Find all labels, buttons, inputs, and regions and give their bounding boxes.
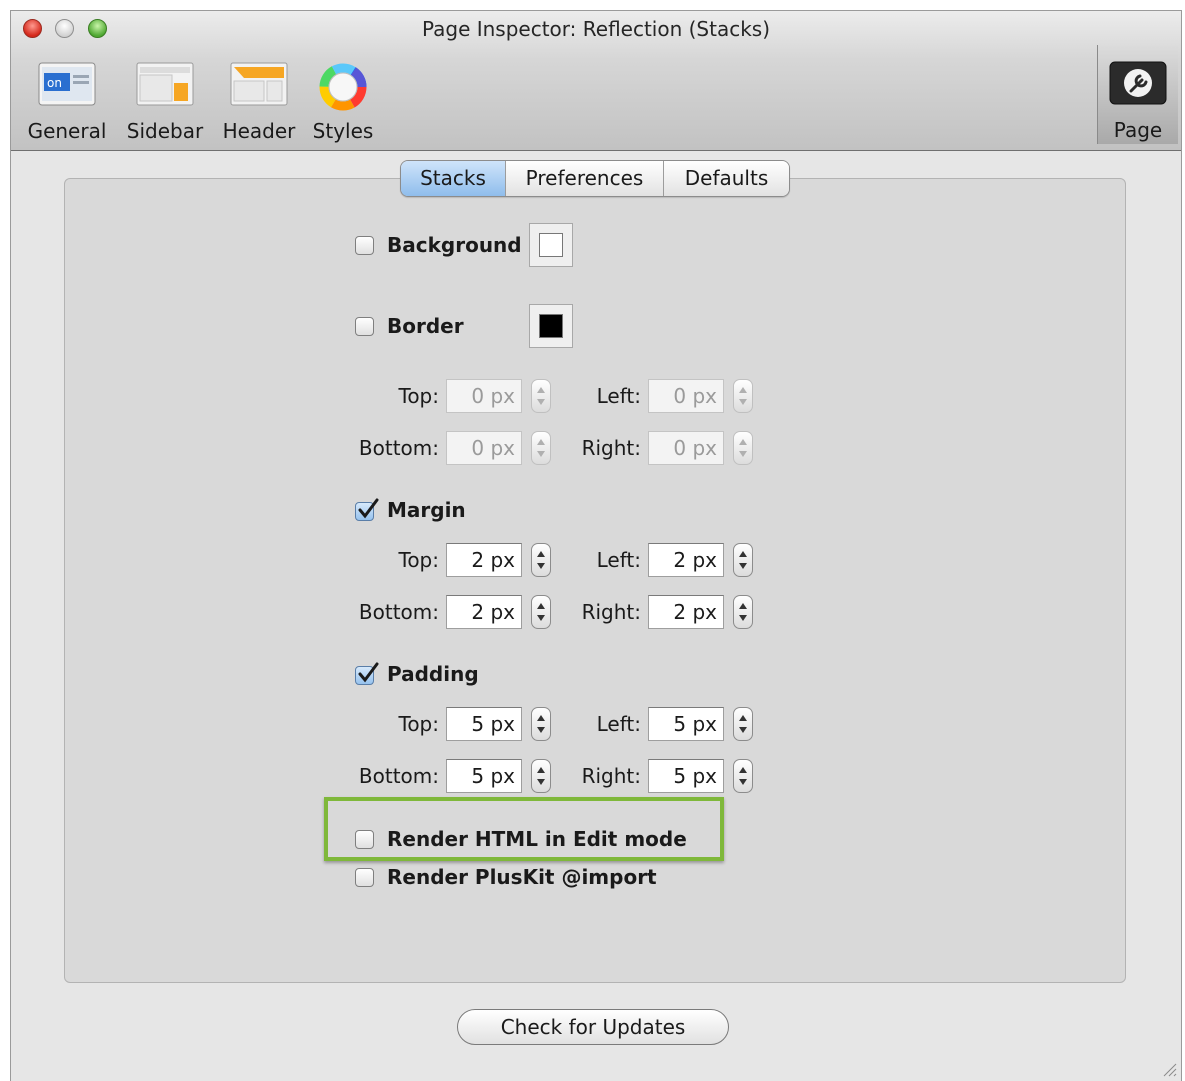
border-left-label: Left: — [596, 384, 641, 408]
tab-preferences[interactable]: Preferences — [505, 161, 663, 196]
border-bottom-stepper[interactable] — [531, 431, 551, 465]
styles-color-wheel-icon — [314, 61, 372, 111]
tab-defaults[interactable]: Defaults — [663, 161, 789, 196]
toolbar-item-header[interactable]: Header — [217, 61, 301, 143]
sidebar-icon — [136, 61, 194, 107]
margin-right-label: Right: — [581, 600, 641, 624]
background-checkbox[interactable] — [355, 236, 374, 255]
border-top-field[interactable]: 0 px — [446, 379, 522, 413]
margin-bottom-label: Bottom: — [358, 600, 439, 624]
toolbar-item-styles[interactable]: Styles — [305, 61, 381, 143]
margin-top-stepper[interactable] — [531, 543, 551, 577]
header-icon — [230, 61, 288, 107]
toolbar-label-header: Header — [222, 119, 296, 143]
border-left-stepper[interactable] — [733, 379, 753, 413]
toolbar-item-page[interactable]: Page — [1097, 45, 1178, 144]
margin-right-field[interactable]: 2 px — [648, 595, 724, 629]
resize-grip-icon[interactable] — [1159, 1059, 1177, 1077]
toolbar-item-general[interactable]: on General — [25, 61, 109, 143]
padding-top-field[interactable]: 5 px — [446, 707, 522, 741]
padding-bottom-field[interactable]: 5 px — [446, 759, 522, 793]
render-html-label: Render HTML in Edit mode — [387, 827, 687, 851]
toolbar-label-general: General — [27, 119, 107, 143]
padding-right-label: Right: — [581, 764, 641, 788]
margin-bottom-stepper[interactable] — [531, 595, 551, 629]
checkmark-icon — [358, 498, 379, 519]
toolbar-label-sidebar: Sidebar — [126, 119, 204, 143]
margin-left-stepper[interactable] — [733, 543, 753, 577]
border-top-label: Top: — [398, 384, 440, 408]
render-pluskit-label: Render PlusKit @import — [387, 865, 657, 889]
border-bottom-field[interactable]: 0 px — [446, 431, 522, 465]
inspector-window: Page Inspector: Reflection (Stacks) on G… — [10, 10, 1182, 1081]
border-right-field[interactable]: 0 px — [648, 431, 724, 465]
padding-top-stepper[interactable] — [531, 707, 551, 741]
toolbar-label-page: Page — [1113, 118, 1163, 142]
content-area: Stacks Preferences Defaults Background B… — [11, 151, 1181, 1081]
padding-right-field[interactable]: 5 px — [648, 759, 724, 793]
border-label: Border — [387, 314, 464, 338]
padding-left-stepper[interactable] — [733, 707, 753, 741]
margin-checkbox[interactable] — [355, 498, 379, 521]
border-right-stepper[interactable] — [733, 431, 753, 465]
settings-box — [64, 178, 1126, 983]
checkmark-icon — [358, 662, 379, 683]
margin-left-field[interactable]: 2 px — [648, 543, 724, 577]
border-top-stepper[interactable] — [531, 379, 551, 413]
toolbar: Page Inspector: Reflection (Stacks) on G… — [11, 11, 1181, 151]
tab-bar: Stacks Preferences Defaults — [400, 160, 790, 197]
border-color-swatch — [539, 314, 563, 338]
padding-left-field[interactable]: 5 px — [648, 707, 724, 741]
padding-label: Padding — [387, 662, 479, 686]
padding-left-label: Left: — [596, 712, 641, 736]
general-icon: on — [38, 61, 96, 107]
toolbar-label-styles: Styles — [312, 119, 374, 143]
padding-bottom-stepper[interactable] — [531, 759, 551, 793]
padding-top-label: Top: — [398, 712, 440, 736]
border-left-field[interactable]: 0 px — [648, 379, 724, 413]
margin-top-field[interactable]: 2 px — [446, 543, 522, 577]
page-wrench-icon — [1109, 60, 1167, 106]
border-color-well[interactable] — [529, 304, 573, 348]
background-color-swatch — [539, 233, 563, 257]
background-color-well[interactable] — [529, 223, 573, 267]
render-pluskit-checkbox[interactable] — [355, 868, 374, 887]
toolbar-item-sidebar[interactable]: Sidebar — [123, 61, 207, 143]
check-for-updates-button[interactable]: Check for Updates — [457, 1009, 729, 1045]
padding-bottom-label: Bottom: — [358, 764, 439, 788]
window-title: Page Inspector: Reflection (Stacks) — [421, 17, 771, 41]
render-html-checkbox[interactable] — [355, 830, 374, 849]
border-right-label: Right: — [581, 436, 641, 460]
margin-left-label: Left: — [596, 548, 641, 572]
padding-right-stepper[interactable] — [733, 759, 753, 793]
margin-bottom-field[interactable]: 2 px — [446, 595, 522, 629]
margin-top-label: Top: — [398, 548, 440, 572]
padding-checkbox[interactable] — [355, 662, 379, 685]
border-checkbox[interactable] — [355, 317, 374, 336]
margin-label: Margin — [387, 498, 466, 522]
background-label: Background — [387, 233, 522, 257]
tab-stacks[interactable]: Stacks — [401, 161, 505, 196]
general-icon-text: on — [47, 76, 62, 90]
margin-right-stepper[interactable] — [733, 595, 753, 629]
border-bottom-label: Bottom: — [358, 436, 439, 460]
